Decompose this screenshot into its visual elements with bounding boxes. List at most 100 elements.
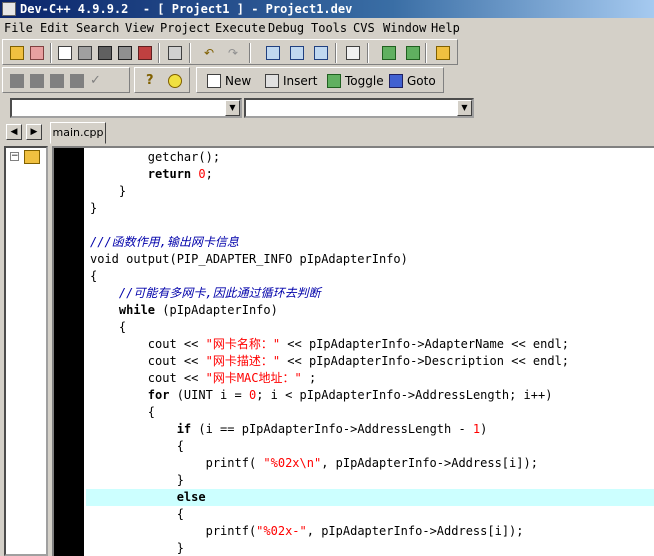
project-options-button[interactable] [433,43,453,63]
code-text: ; [301,371,317,385]
compile-run-icon [50,74,64,88]
code-line[interactable]: return 0; [90,166,213,183]
menu-debug[interactable]: Debug [268,18,304,38]
code-keyword: for [147,388,170,402]
project-button[interactable] [7,43,27,63]
code-line[interactable]: cout << "网卡描述：" << pIpAdapterInfo->Descr… [90,353,569,370]
code-string: "网卡描述：" [205,354,281,368]
code-text: << pIpAdapterInfo->AdapterName << endl; [280,337,570,351]
code-line[interactable]: void output(PIP_ADAPTER_INFO pIpAdapterI… [90,251,408,268]
open-button[interactable] [75,43,95,63]
chevron-down-icon[interactable]: ▼ [225,100,240,116]
debug-button[interactable]: ✓ [87,71,107,91]
compile-button[interactable] [7,71,27,91]
window-title: Dev-C++ 4.9.9.2 - [ Project1 ] - Project… [20,2,353,16]
menu-cvs[interactable]: CVS [353,18,375,38]
code-text: { [90,507,184,521]
class-combo[interactable]: ▼ [10,98,242,118]
code-line[interactable]: getchar(); [90,149,220,166]
new-file-button[interactable] [55,43,75,63]
save-button[interactable] [95,43,115,63]
editor-gutter[interactable] [54,148,84,556]
code-text: cout << [90,354,206,368]
run-icon [30,74,44,88]
find-button[interactable] [263,43,283,63]
menu-help[interactable]: Help [431,18,460,38]
toolbar-separator [189,43,191,63]
code-line[interactable]: { [90,438,184,455]
undo-button[interactable]: ↶ [201,43,221,63]
code-line[interactable]: printf( "%02x\n", pIpAdapterInfo->Addres… [90,455,538,472]
help-toolbar: ? [134,67,190,93]
code-text: (UINT i = [169,388,249,402]
tree-expander[interactable]: − [10,152,19,161]
code-line[interactable]: { [90,319,126,336]
rebuild-button[interactable] [67,71,87,91]
print-button[interactable] [165,43,185,63]
toggle-button[interactable]: Toggle [325,70,384,92]
code-line[interactable]: cout << "网卡MAC地址：" ; [90,370,316,387]
new-button[interactable]: New [205,70,255,92]
redo-button[interactable]: ↷ [225,43,245,63]
toolbar-separator [158,43,160,63]
code-text: , pIpAdapterInfo->Address[i]); [321,456,538,470]
code-text: } [90,184,127,198]
code-line[interactable]: cout << "网卡名称：" << pIpAdapterInfo->Adapt… [90,336,569,353]
code-keyword: if [176,422,192,436]
replace-button[interactable] [287,43,307,63]
project-tree-panel[interactable]: − [4,146,48,556]
code-line[interactable]: } [90,200,97,217]
close-icon [138,46,152,60]
menu-execute[interactable]: Execute [215,18,266,38]
insert-button[interactable]: Insert [263,70,319,92]
code-line[interactable]: ///函数作用,输出网卡信息 [90,234,239,251]
menu-window[interactable]: Window [383,18,426,38]
help-button[interactable]: ? [143,71,163,91]
menu-file[interactable]: File [4,18,33,38]
goto-button[interactable]: Goto [387,70,437,92]
code-area[interactable]: getchar(); return 0; }} ///函数作用,输出网卡信息 voi… [90,148,654,556]
code-line[interactable]: //可能有多网卡,因此通过循环去判断 [90,285,321,302]
find-next-button[interactable] [311,43,331,63]
code-text: } [90,541,184,555]
code-line[interactable]: } [90,540,184,556]
code-line[interactable]: { [90,506,184,523]
code-line[interactable]: } [90,183,126,200]
code-line[interactable]: for (UINT i = 0; i < pIpAdapterInfo->Add… [90,387,553,404]
add-to-project-button[interactable] [379,43,399,63]
tab-scroll-left-button[interactable]: ◀ [6,124,22,140]
code-line[interactable]: { [90,404,155,421]
menu-search[interactable]: Search [76,18,119,38]
remove-from-project-button[interactable] [403,43,423,63]
main-toolbar: ↶ ↷ [2,39,458,65]
project-icon[interactable] [24,150,40,164]
tab-main-cpp[interactable]: main.cpp [50,122,106,144]
classes-button[interactable] [27,43,47,63]
save-all-button[interactable] [115,43,135,63]
compile-run-button[interactable] [47,71,67,91]
code-line[interactable]: else [90,489,206,506]
code-string: "%02x\n" [263,456,322,470]
code-line[interactable]: while (pIpAdapterInfo) [90,302,278,319]
code-line[interactable]: } [90,472,184,489]
code-line[interactable]: printf("%02x-", pIpAdapterInfo->Address[… [90,523,524,540]
code-text: { [90,269,98,283]
code-line[interactable]: if (i == pIpAdapterInfo->AddressLength -… [90,421,488,438]
run-button[interactable] [27,71,47,91]
code-line[interactable]: { [90,268,97,285]
close-button[interactable] [135,43,155,63]
about-button[interactable] [165,71,185,91]
find-next-icon [314,46,328,60]
member-combo[interactable]: ▼ [244,98,474,118]
app-icon[interactable] [2,2,16,16]
menu-tools[interactable]: Tools [311,18,347,38]
code-editor[interactable]: getchar(); return 0; }} ///函数作用,输出网卡信息 voi… [52,146,654,556]
menu-project[interactable]: Project [160,18,211,38]
menu-view[interactable]: View [125,18,154,38]
tab-scroll-right-button[interactable]: ▶ [26,124,42,140]
menu-edit[interactable]: Edit [40,18,69,38]
goto-line-button[interactable] [343,43,363,63]
chevron-down-icon[interactable]: ▼ [457,100,472,116]
